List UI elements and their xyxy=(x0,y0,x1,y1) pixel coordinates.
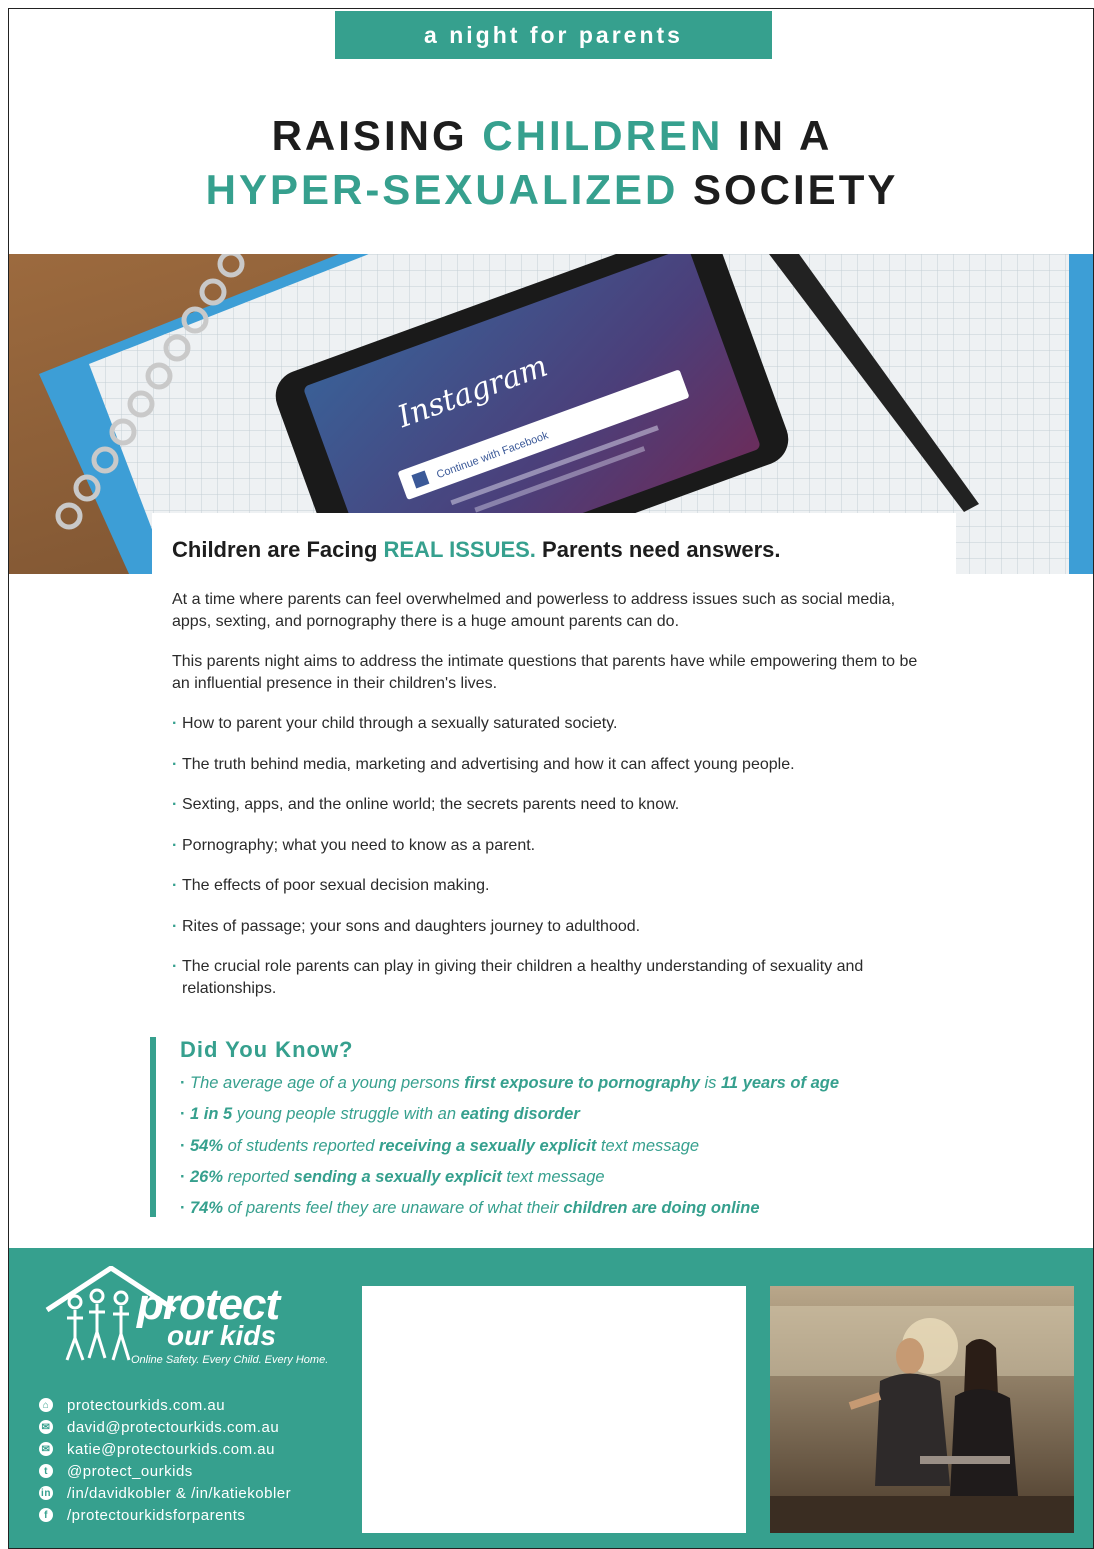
topic-item: Sexting, apps, and the online world; the… xyxy=(172,794,936,816)
intro-card: Children are Facing REAL ISSUES. Parents… xyxy=(152,513,956,1003)
logo-tagline: Online Safety. Every Child. Every Home. xyxy=(131,1354,329,1366)
fact-item: 1 in 5 young people struggle with an eat… xyxy=(180,1104,950,1124)
flyer-page: a night for parents RAISING CHILDREN IN … xyxy=(8,8,1094,1549)
fact-item: 26% reported sending a sexually explicit… xyxy=(180,1167,950,1187)
intro-heading: Children are Facing REAL ISSUES. Parents… xyxy=(172,537,781,562)
fact-list: The average age of a young persons first… xyxy=(180,1073,950,1218)
intro-paragraph-1: At a time where parents can feel overwhe… xyxy=(172,591,896,630)
contact-email-katie[interactable]: ✉ katie@protectourkids.com.au xyxy=(39,1438,291,1460)
blank-info-box xyxy=(362,1286,746,1533)
fact-item: 54% of students reported receiving a sex… xyxy=(180,1136,950,1156)
email-icon: ✉ xyxy=(39,1442,53,1456)
headline: RAISING CHILDREN IN A HYPER-SEXUALIZED S… xyxy=(9,109,1093,217)
contact-facebook[interactable]: f/protectourkidsforparents xyxy=(39,1504,291,1526)
logo-word-our-kids: our kids xyxy=(167,1320,276,1351)
presenters-illustration xyxy=(770,1286,1074,1533)
did-you-know-heading: Did You Know? xyxy=(180,1037,354,1062)
fact-item: 74% of parents feel they are unaware of … xyxy=(180,1198,950,1218)
contact-email-david[interactable]: ✉ david@protectourkids.com.au xyxy=(39,1416,291,1438)
contact-list: ⌂ protectourkids.com.au ✉ david@protectour… xyxy=(39,1394,291,1526)
contact-website[interactable]: ⌂ protectourkids.com.au xyxy=(39,1394,291,1416)
web-icon: ⌂ xyxy=(39,1398,53,1412)
footer: protect our kids Online Safety. Every Ch… xyxy=(9,1248,1093,1548)
contact-twitter[interactable]: t @protect_ourkids xyxy=(39,1460,291,1482)
twitter-icon: t xyxy=(39,1464,53,1478)
topic-item: Rites of passage; your sons and daughter… xyxy=(172,916,936,938)
topic-item: Pornography; what you need to know as a … xyxy=(172,835,936,857)
facebook-icon: f xyxy=(39,1508,53,1522)
topic-item: How to parent your child through a sexua… xyxy=(172,713,936,735)
topic-item: The crucial role parents can play in giv… xyxy=(172,956,936,1000)
tagline-banner: a night for parents xyxy=(335,11,772,59)
presenters-photo xyxy=(770,1286,1074,1533)
contact-linkedin[interactable]: in/in/davidkobler & /in/katiekobler xyxy=(39,1482,291,1504)
topic-item: The truth behind media, marketing and ad… xyxy=(172,754,936,776)
topic-item: The effects of poor sexual decision maki… xyxy=(172,875,936,897)
linkedin-icon: in xyxy=(39,1486,53,1500)
headline-line1: RAISING CHILDREN IN A xyxy=(271,112,833,159)
topic-list: How to parent your child through a sexua… xyxy=(172,713,936,1000)
headline-line2: HYPER-SEXUALIZED SOCIETY xyxy=(205,166,899,213)
did-you-know-section: Did You Know? The average age of a young… xyxy=(150,1037,950,1218)
intro-paragraph-2: This parents night aims to address the i… xyxy=(172,653,918,692)
fact-item: The average age of a young persons first… xyxy=(180,1073,950,1093)
protect-our-kids-logo: protect our kids Online Safety. Every Ch… xyxy=(41,1266,341,1376)
email-icon: ✉ xyxy=(39,1420,53,1434)
